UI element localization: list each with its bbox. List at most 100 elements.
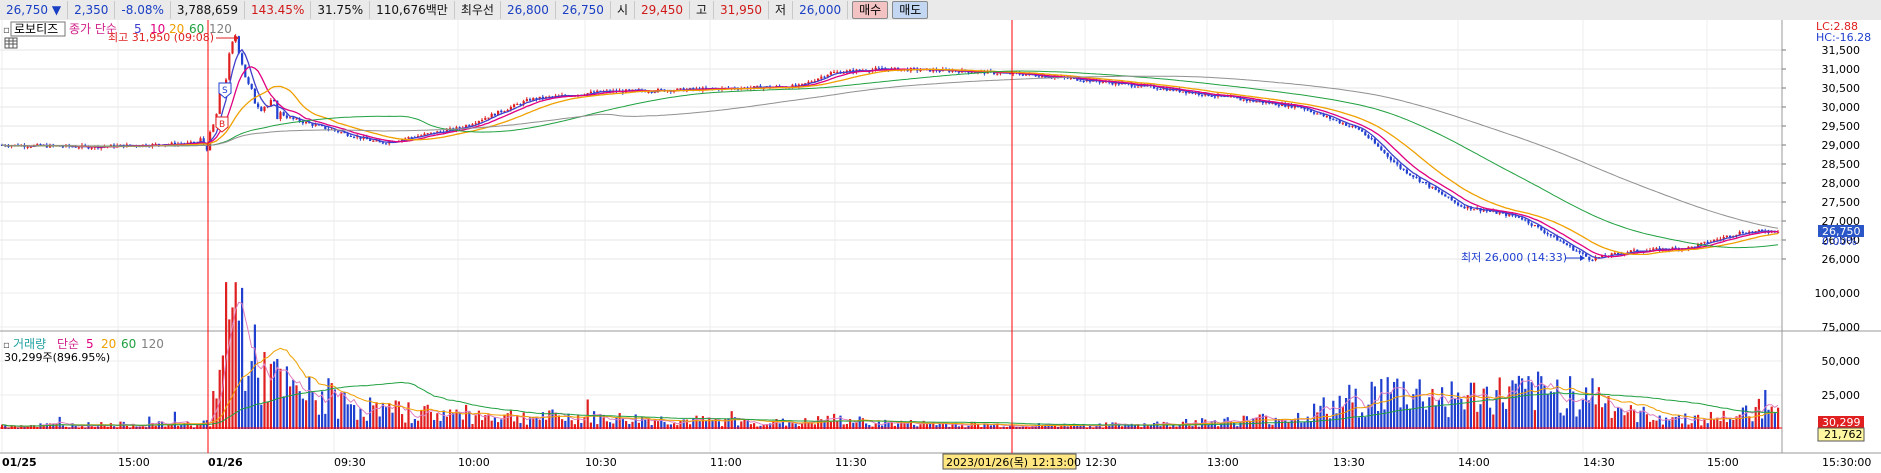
candle-body	[1335, 119, 1338, 121]
volume-bar	[1572, 391, 1575, 429]
candle-body	[263, 106, 266, 111]
volume-bar	[708, 417, 711, 429]
candle-body	[1482, 210, 1485, 212]
volume-bar	[1463, 409, 1466, 429]
volume-bar	[967, 425, 970, 429]
volume-bar	[394, 400, 397, 429]
volume-bar	[381, 403, 384, 429]
turnover-rate: 31.75%	[311, 1, 371, 19]
svg-text:B: B	[219, 120, 225, 130]
candle-body	[340, 132, 343, 134]
price-tick-label: 27,500	[1822, 196, 1861, 209]
volume-bar	[660, 416, 663, 429]
volume-bar	[1396, 378, 1399, 429]
candle-body	[1409, 173, 1412, 176]
volume-bar	[1617, 407, 1620, 429]
collapse-icon[interactable]: ▫	[3, 25, 10, 36]
volume-bar	[474, 415, 477, 429]
candle-body	[1316, 113, 1319, 115]
stock-chart[interactable]: 31,500 31,000 30,500 30,000 29,500 29,000 28,5…	[0, 20, 1881, 473]
candle-body	[1533, 225, 1536, 227]
volume-bar	[1473, 382, 1476, 429]
volume-tick-label: 100,000	[1815, 287, 1861, 300]
volume-bar	[465, 404, 468, 429]
time-tick-label: 11:00	[710, 456, 742, 469]
volume-legend-ma20: 20	[101, 337, 116, 351]
volume-bar	[401, 414, 404, 429]
svg-text:S: S	[222, 86, 228, 96]
candle-body	[247, 77, 250, 84]
candle-body	[1441, 191, 1444, 195]
time-tick-label: 11:30	[835, 456, 867, 469]
candle-body	[90, 147, 93, 149]
volume-bar	[1553, 392, 1556, 429]
volume-bar	[1527, 376, 1530, 429]
volume-bar	[615, 417, 618, 429]
down-arrow-icon: ▼	[51, 3, 62, 17]
volume-bar	[1380, 378, 1383, 429]
volume-bar	[215, 398, 218, 429]
volume-bar	[554, 412, 557, 429]
volume-bar	[426, 404, 429, 429]
volume-bar	[314, 400, 317, 429]
candle-body	[1655, 248, 1658, 250]
volume-bar	[429, 411, 432, 429]
volume-bar	[1457, 392, 1460, 429]
candle-body	[1306, 109, 1309, 111]
volume-bar	[247, 375, 250, 429]
low-price: 26,000	[793, 1, 849, 19]
candle-body	[820, 76, 823, 79]
candle-body	[1341, 123, 1344, 125]
volume-bar	[1613, 411, 1616, 429]
volume-bar	[1620, 408, 1623, 429]
volume-bar	[237, 320, 240, 429]
volume-bar	[1348, 384, 1351, 429]
candle-body	[996, 73, 999, 75]
candle-body	[1463, 206, 1466, 209]
candle-body	[1377, 143, 1380, 147]
sell-button[interactable]: 매도	[892, 1, 929, 19]
volume-bar	[1581, 399, 1584, 429]
candle-body	[1021, 74, 1024, 76]
volume-bar	[148, 416, 151, 429]
candle-body	[1543, 230, 1546, 234]
volume-bar	[1498, 377, 1501, 429]
volume-bar	[295, 385, 298, 429]
current-price: 26,750 ▼	[0, 1, 69, 19]
candle-body	[292, 117, 295, 119]
volume-bar	[1447, 417, 1450, 429]
volume-tick-label: 75,000	[1822, 321, 1861, 334]
candle-body	[285, 115, 288, 118]
volume-bar	[1444, 406, 1447, 429]
volume-bar	[1041, 425, 1044, 429]
candle-body	[1553, 235, 1556, 237]
volume-bar	[458, 411, 461, 429]
quote-toolbar: 26,750 ▼ 2,350 -8.08% 3,788,659 143.45% …	[0, 0, 1881, 21]
volume-bar	[1501, 402, 1504, 429]
volume-bar	[266, 401, 269, 429]
volume-bar	[557, 415, 560, 429]
price-tick-label: 29,500	[1822, 120, 1861, 133]
high-price: 31,950	[714, 1, 770, 19]
candle-body	[1447, 196, 1450, 198]
buy-button[interactable]: 매수	[852, 1, 889, 19]
time-tick-label: 01/25	[2, 456, 37, 469]
volume-bar	[349, 404, 352, 429]
volume-bar	[1354, 388, 1357, 429]
candle-body	[529, 99, 532, 101]
candle-body	[1242, 99, 1245, 101]
volume-bar	[385, 406, 388, 429]
volume-collapse-icon[interactable]: ▫	[3, 340, 10, 351]
volume-bar	[257, 377, 260, 429]
candle-body	[877, 67, 880, 69]
volume-bar	[1373, 386, 1376, 429]
time-tick-label: 14:00	[1458, 456, 1490, 469]
volume-bar	[177, 425, 180, 429]
candle-body	[1473, 209, 1476, 211]
volume-bar	[1562, 415, 1565, 429]
volume-bar	[324, 413, 327, 429]
volume-bar	[1633, 409, 1636, 429]
candle-body	[1082, 81, 1085, 83]
candle-body	[1367, 135, 1370, 139]
candle-body	[1549, 234, 1552, 236]
